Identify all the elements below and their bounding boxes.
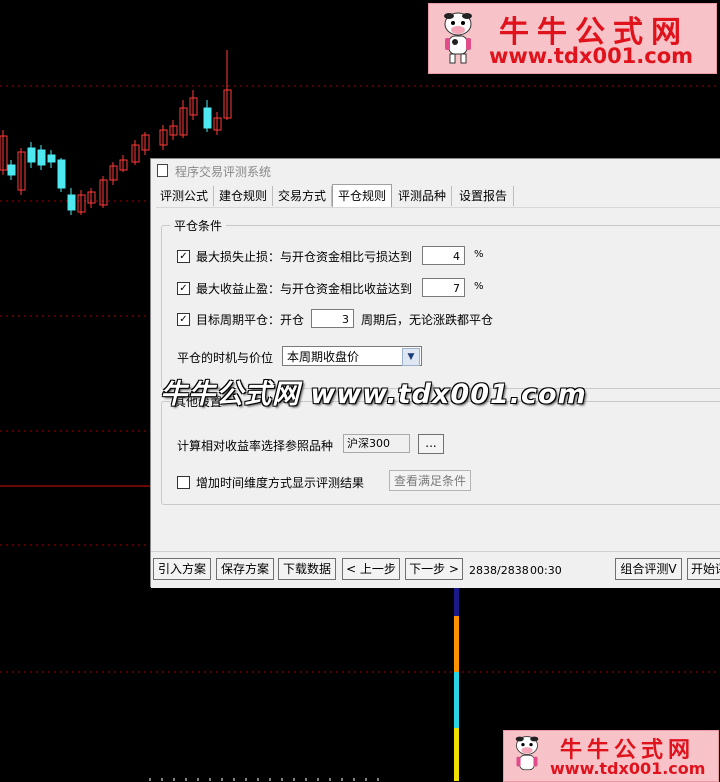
- prev-step-button[interactable]: < 上一步: [342, 558, 400, 580]
- take-profit-input[interactable]: 7: [422, 278, 465, 297]
- time-dimension-checkbox[interactable]: [177, 476, 190, 489]
- target-period-checkbox[interactable]: ✓: [177, 313, 190, 326]
- start-evaluation-button[interactable]: 开始评测: [687, 558, 720, 580]
- indicator-bar-0: [454, 588, 459, 616]
- target-period-input[interactable]: 3: [311, 309, 354, 328]
- window-title: 程序交易评测系统: [175, 165, 272, 179]
- candle-body-1: [7, 164, 16, 176]
- import-scheme-button[interactable]: 引入方案: [153, 558, 211, 580]
- close-timing-value: 本周期收盘价: [287, 350, 360, 364]
- chevron-down-icon[interactable]: ▼: [402, 348, 420, 366]
- benchmark-label: 计算相对收益率选择参照品种: [177, 439, 334, 453]
- stop-loss-label: 最大损失止损：与开仓资金相比亏损达到: [196, 250, 413, 264]
- candle-body-5: [47, 154, 56, 163]
- indicator-bar-2: [454, 672, 459, 728]
- candle-body-6: [57, 159, 66, 189]
- save-scheme-button[interactable]: 保存方案: [216, 558, 274, 580]
- target-period-label: 目标周期平仓：开仓: [196, 313, 305, 327]
- tab-report-settings[interactable]: 设置报告: [453, 186, 514, 206]
- candle-body-3: [27, 147, 36, 163]
- close-timing-label: 平仓的时机与价位: [177, 351, 274, 365]
- site-logo-bottom: 牛牛公式网 www.tdx001.com: [503, 730, 719, 782]
- stop-loss-checkbox[interactable]: ✓: [177, 250, 190, 263]
- candle-body-19: [203, 107, 212, 129]
- logo-url: www.tdx001.com: [489, 44, 694, 68]
- candle-body-4: [37, 149, 46, 166]
- cow-mascot-icon: [444, 12, 472, 64]
- view-conditions-button[interactable]: 查看满足条件: [389, 470, 471, 491]
- target-period-suffix: 周期后，无论涨跌都平仓: [361, 313, 494, 327]
- site-watermark: 牛牛公式网 www.tdx001.com: [160, 379, 587, 410]
- cow-mascot-icon: [515, 736, 539, 771]
- window-titlebar[interactable]: 程序交易评测系统: [151, 159, 720, 183]
- other-settings-group: 其他设置 计算相对收益率选择参照品种 沪深300 ... 增加时间维度方式显示评…: [161, 393, 720, 505]
- combo-evaluation-button[interactable]: 组合评测V: [615, 558, 682, 580]
- stop-loss-unit: %: [474, 249, 484, 260]
- logo-url: www.tdx001.com: [550, 759, 706, 778]
- tab-trade-mode[interactable]: 交易方式: [273, 186, 332, 206]
- tab-evaluation-symbols[interactable]: 评测品种: [393, 186, 452, 206]
- download-data-button[interactable]: 下载数据: [278, 558, 336, 580]
- progress-counter: 2838/2838: [469, 564, 529, 577]
- close-timing-select[interactable]: 本周期收盘价 ▼: [282, 346, 422, 366]
- time-dimension-label: 增加时间维度方式显示评测结果: [196, 476, 365, 490]
- tab-close-position-rules[interactable]: 平仓规则: [332, 184, 392, 207]
- indicator-bar-1: [454, 616, 459, 672]
- site-logo-top: 牛牛公式网 www.tdx001.com: [428, 3, 717, 74]
- benchmark-field[interactable]: 沪深300: [343, 434, 410, 453]
- close-conditions-group: 平仓条件 ✓ 最大损失止损：与开仓资金相比亏损达到 4 % ✓ 最大收益止盈：与…: [161, 217, 720, 389]
- benchmark-browse-button[interactable]: ...: [418, 434, 444, 454]
- stop-loss-input[interactable]: 4: [422, 246, 465, 265]
- tab-open-position-rules[interactable]: 建仓规则: [214, 186, 273, 206]
- tab-evaluation-formula[interactable]: 评测公式: [155, 186, 214, 206]
- close-conditions-legend: 平仓条件: [170, 217, 227, 234]
- elapsed-time: 00:30: [530, 564, 562, 577]
- take-profit-checkbox[interactable]: ✓: [177, 282, 190, 295]
- take-profit-unit: %: [474, 281, 484, 292]
- window-app-icon: [157, 164, 168, 177]
- next-step-button[interactable]: 下一步 >: [405, 558, 463, 580]
- take-profit-label: 最大收益止盈：与开仓资金相比收益达到: [196, 282, 413, 296]
- candle-body-7: [67, 194, 76, 211]
- dialog-footer: 引入方案 保存方案 下载数据 < 上一步 下一步 > 2838/2838 00:…: [151, 551, 720, 588]
- indicator-bar-3: [454, 728, 459, 781]
